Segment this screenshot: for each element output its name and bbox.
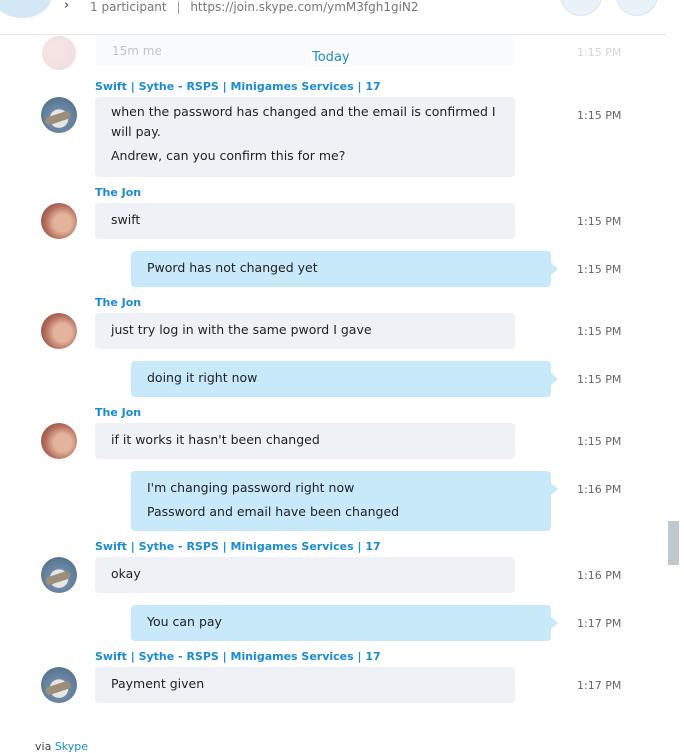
message-line: will pay. [111,124,161,139]
face-avatar[interactable] [41,313,77,349]
message-line: doing it right now [147,370,258,385]
date-divider: Today [310,50,352,65]
message-time: 1:16 PM [577,569,622,582]
pelican-avatar[interactable] [41,97,77,133]
message-bubble: I'm changing password right now Password… [131,471,558,531]
message-line: Pword has not changed yet [147,260,318,275]
chat-header: › 1 participant | https://join.skype.com… [0,0,666,35]
sender-name: The Jon [95,296,142,309]
message-bubble: doing it right now [131,361,558,397]
scrollbar-thumb[interactable] [668,521,679,565]
audio-call-button[interactable] [616,0,658,16]
message-time: 1:15 PM [577,109,622,122]
message-bubble: swift [95,203,515,239]
message-line: Payment given [111,676,205,691]
via-label: via [35,740,52,753]
scrollbar-track[interactable] [666,0,684,752]
message-line: when the password has changed and the em… [111,104,496,119]
message-time: 1:15 PM [577,46,622,59]
message-bubble: if it works it hasn't been changed [95,423,515,459]
message-bubble: just try log in with the same pword I ga… [95,313,515,349]
face-avatar[interactable] [41,423,77,459]
message-line: swift [111,212,141,227]
message-time: 1:17 PM [577,679,622,692]
message-bubble: Pword has not changed yet [131,251,558,287]
message-line: okay [111,566,141,581]
message-bubble: You can pay [131,605,558,641]
chevron-right-icon[interactable]: › [64,0,69,13]
message-time: 1:16 PM [577,483,622,496]
avatar [42,36,76,70]
join-link[interactable]: https://join.skype.com/ymM3fgh1giN2 [190,0,418,14]
sender-name: Swift | Sythe - RSPS | Minigames Service… [95,540,381,553]
message-line: I'm changing password right now [147,480,355,495]
video-call-button[interactable] [560,0,602,16]
pelican-avatar[interactable] [41,557,77,593]
message-time: 1:15 PM [577,215,622,228]
message-line: You can pay [147,614,222,629]
message-time: 1:15 PM [577,325,622,338]
message-bubble: when the password has changed and the em… [95,97,515,177]
message-time: 1:15 PM [577,435,622,448]
message-time: 1:15 PM [577,373,622,386]
message-line: if it works it hasn't been changed [111,432,320,447]
message-text: 15m me [112,44,162,58]
via-footer: via Skype [35,740,88,753]
pelican-avatar[interactable] [41,667,77,703]
conversation-info: 1 participant | https://join.skype.com/y… [90,0,419,14]
message-time: 1:15 PM [577,263,622,276]
message-line: just try log in with the same pword I ga… [111,322,372,337]
conversation-avatar[interactable] [0,0,52,18]
face-avatar[interactable] [41,203,77,239]
sender-name: Swift | Sythe - RSPS | Minigames Service… [95,650,381,663]
participant-count[interactable]: 1 participant [90,0,167,14]
skype-link[interactable]: Skype [55,740,88,753]
sender-name: The Jon [95,186,142,199]
message-bubble: Payment given [95,667,515,703]
sender-name: Swift | Sythe - RSPS | Minigames Service… [95,80,381,93]
sender-name: The Jon [95,406,142,419]
separator: | [176,0,181,14]
message-line: Password and email have been changed [147,504,400,519]
message-time: 1:17 PM [577,617,622,630]
message-bubble: okay [95,557,515,593]
message-line: Andrew, can you confirm this for me? [111,148,346,163]
